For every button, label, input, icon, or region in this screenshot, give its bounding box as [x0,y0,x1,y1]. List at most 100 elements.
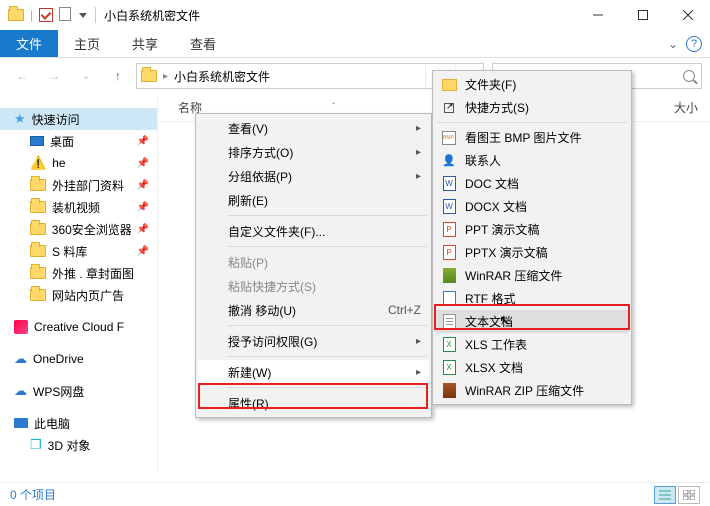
history-chevron[interactable]: ⌄ [72,62,100,90]
submenu-item-rar[interactable]: WinRAR 压缩文件 [435,264,629,287]
tab-view[interactable]: 查看 [174,30,232,57]
sidebar-wps[interactable]: ☁ WPS网盘 [0,380,157,402]
tab-home[interactable]: 主页 [58,30,116,57]
sidebar-item[interactable]: 外挂部门资料 📌 [0,174,157,196]
quick-access-icon: ★ [14,111,26,127]
sidebar-item-desktop[interactable]: 桌面 📌 [0,130,157,152]
icons-view-button[interactable] [678,486,700,504]
submenu-label: DOCX 文档 [465,198,527,215]
desktop-icon [30,136,44,146]
ctx-separator [228,387,427,388]
ctx-customize[interactable]: 自定义文件夹(F)... [198,219,429,243]
sidebar-label: 360安全浏览器 [52,221,131,238]
submenu-item-doc[interactable]: WDOC 文档 [435,172,629,195]
folder-icon [30,289,46,301]
sidebar-label: he [52,156,65,170]
ctx-new[interactable]: 新建(W)▸ [198,360,429,384]
sidebar-creative-cloud[interactable]: Creative Cloud F [0,316,157,338]
submenu-item-zip[interactable]: WinRAR ZIP 压缩文件 [435,379,629,402]
close-button[interactable] [665,0,710,30]
submenu-label: WinRAR 压缩文件 [465,267,562,284]
sidebar-item[interactable]: 360安全浏览器 📌 [0,218,157,240]
folder-icon [30,179,46,191]
submenu-item-txt[interactable]: 文本文档 [435,310,629,333]
qat-properties-icon[interactable] [39,8,53,22]
sidebar-item[interactable]: 装机视频 📌 [0,196,157,218]
ctx-separator [228,215,427,216]
tab-share[interactable]: 共享 [116,30,174,57]
ribbon-expand-chevron[interactable]: ⌄ [668,37,678,51]
ctx-sort[interactable]: 排序方式(O)▸ [198,140,429,164]
back-button[interactable]: ← [8,62,36,90]
maximize-button[interactable] [620,0,665,30]
up-button[interactable]: ↑ [104,62,132,90]
icons-view-icon [683,490,695,500]
new-submenu: 文件夹(F) 快捷方式(S) 看图王 BMP 图片文件👤联系人WDOC 文档WDOC… [432,70,632,405]
sidebar-item[interactable]: ⚠️ he 📌 [0,152,157,174]
onedrive-icon: ☁ [14,351,27,367]
breadcrumb-item[interactable]: 小白系统机密文件 [174,68,270,85]
sidebar-3d-objects[interactable]: ❒ 3D 对象 [0,434,157,456]
minimize-button[interactable] [575,0,620,30]
sidebar-label: 网站内页广告 [52,287,124,304]
submenu-label: DOC 文档 [465,175,519,192]
sidebar-item[interactable]: 外推 . 章封面图 [0,262,157,284]
column-size-header[interactable]: 大小 [660,99,710,116]
ctx-separator [228,356,427,357]
submenu-item-rtf[interactable]: RTF 格式 [435,287,629,310]
pin-icon: 📌 [137,202,149,213]
window-controls [575,0,710,30]
context-menu: 查看(V)▸ 排序方式(O)▸ 分组依据(P)▸ 刷新(E) 自定义文件夹(F)… [195,113,432,418]
pin-icon: 📌 [137,246,149,257]
details-view-button[interactable] [654,486,676,504]
sidebar-label: 3D 对象 [48,437,91,454]
sidebar-item[interactable]: 网站内页广告 [0,284,157,306]
qat-separator: | [30,8,33,22]
ribbon-tabs: 文件 主页 共享 查看 ⌄ ? [0,30,710,58]
address-folder-icon [141,70,157,82]
submenu-item-shortcut[interactable]: 快捷方式(S) [435,96,629,119]
submenu-item-ppt[interactable]: PPPT 演示文稿 [435,218,629,241]
submenu-item-bmp[interactable]: 看图王 BMP 图片文件 [435,126,629,149]
sidebar-quick-access[interactable]: ★ 快速访问 [0,108,157,130]
ctx-refresh[interactable]: 刷新(E) [198,188,429,212]
submenu-item-contact[interactable]: 👤联系人 [435,149,629,172]
view-mode-toggles [654,486,700,504]
sidebar-label: 装机视频 [52,199,100,216]
submenu-label: 快捷方式(S) [465,99,529,116]
forward-button[interactable]: → [40,62,68,90]
sidebar-onedrive[interactable]: ☁ OneDrive [0,348,157,370]
folder-icon [30,267,46,279]
ctx-properties[interactable]: 属性(R) [198,391,429,415]
submenu-arrow-icon: ▸ [416,367,421,378]
submenu-item-ppt[interactable]: PPPTX 演示文稿 [435,241,629,264]
ctx-paste-shortcut: 粘贴快捷方式(S) [198,274,429,298]
file-tab[interactable]: 文件 [0,30,58,57]
submenu-label: 联系人 [465,152,501,169]
ctx-undo-move[interactable]: 撤消 移动(U)Ctrl+Z [198,298,429,322]
submenu-label: PPT 演示文稿 [465,221,539,238]
crumb-chevron-icon[interactable]: ▸ [163,71,168,82]
sidebar-label: 外挂部门资料 [52,177,124,194]
submenu-item-xls[interactable]: XXLSX 文档 [435,356,629,379]
search-icon[interactable] [683,70,695,82]
qat-customize-chevron[interactable] [79,13,87,18]
sidebar-item[interactable]: S 料库 📌 [0,240,157,262]
qat-new-doc-icon[interactable] [59,7,71,24]
submenu-item-xls[interactable]: XXLS 工作表 [435,333,629,356]
submenu-label: PPTX 演示文稿 [465,244,548,261]
help-icon[interactable]: ? [686,36,702,52]
ctx-group[interactable]: 分组依据(P)▸ [198,164,429,188]
submenu-item-folder[interactable]: 文件夹(F) [435,73,629,96]
window-title: 小白系统机密文件 [104,7,575,24]
titlebar: | 小白系统机密文件 [0,0,710,30]
sidebar-this-pc[interactable]: 此电脑 [0,412,157,434]
sidebar-label: 外推 . 章封面图 [52,265,134,282]
ctx-shortcut: Ctrl+Z [388,303,421,317]
submenu-item-doc[interactable]: WDOCX 文档 [435,195,629,218]
sidebar-label: 桌面 [50,133,74,150]
ctx-view[interactable]: 查看(V)▸ [198,116,429,140]
ctx-grant-access[interactable]: 授予访问权限(G)▸ [198,329,429,353]
pin-icon: 📌 [137,136,149,147]
sort-chevron-icon[interactable]: ˇ [332,102,335,113]
